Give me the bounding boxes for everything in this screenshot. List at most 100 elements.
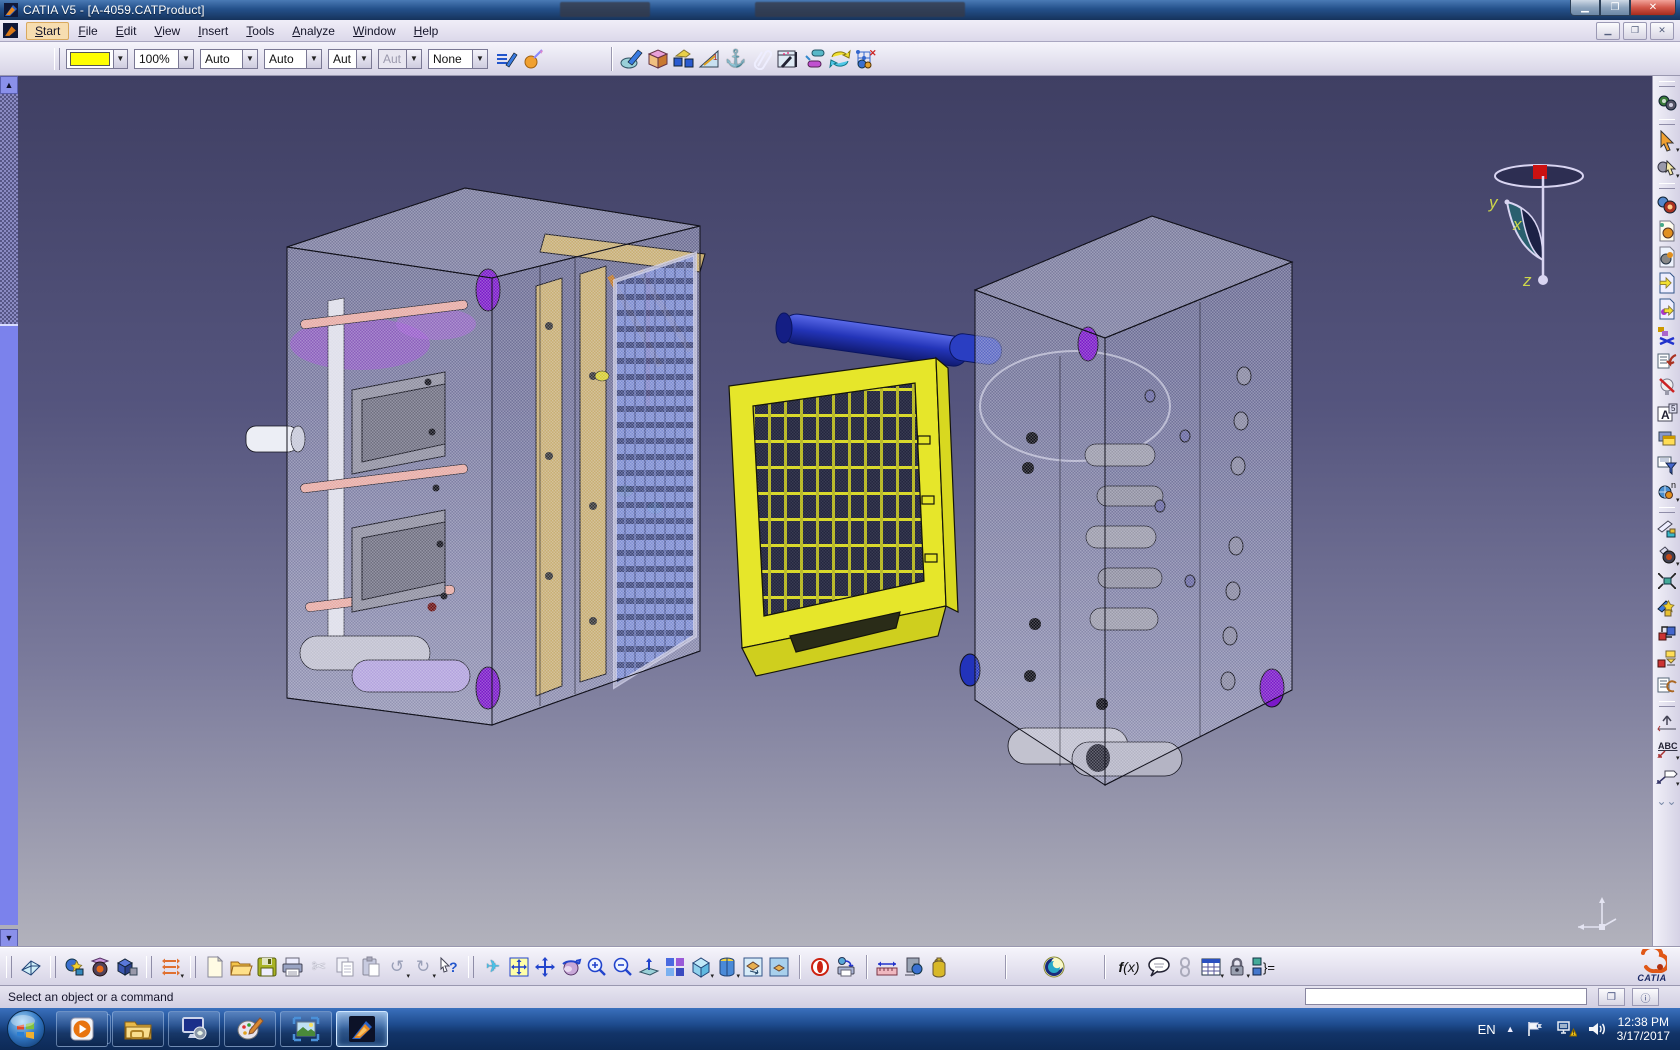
exploded-view-icon[interactable] <box>1654 568 1680 594</box>
volume-icon[interactable] <box>1587 1020 1607 1038</box>
globe-n-icon[interactable]: n▾ <box>1654 478 1680 504</box>
chevron-down-icon[interactable]: ▾ <box>1676 756 1680 761</box>
chevron-down-icon[interactable]: ▾ <box>1676 498 1680 503</box>
3d-viewport[interactable]: ▲ ▼ y x z <box>0 76 1652 947</box>
knowledge-arrows-icon[interactable]: ▾ <box>158 954 184 980</box>
interrupt-icon[interactable] <box>807 954 833 980</box>
context-help-icon[interactable]: ? <box>436 954 462 980</box>
part-box-icon[interactable] <box>645 46 671 72</box>
zoom-out-icon[interactable] <box>610 954 636 980</box>
toolbar-drag-handle[interactable] <box>54 48 60 70</box>
transparency-combo[interactable]: 100% ▼ <box>134 49 194 69</box>
catalog-book-icon[interactable] <box>18 954 44 980</box>
scrollbar-track[interactable] <box>0 94 18 324</box>
info-button[interactable]: ⓘ <box>1632 988 1659 1006</box>
layer-combo[interactable]: None ▼ <box>428 49 488 69</box>
paste-icon[interactable] <box>358 954 384 980</box>
scroll-up-button[interactable]: ▲ <box>0 76 18 94</box>
compass-axis-y[interactable]: y <box>1488 193 1499 212</box>
quad-view-icon[interactable] <box>662 954 688 980</box>
flag-note-icon[interactable]: ▾ <box>1654 762 1680 788</box>
normal-view-icon[interactable] <box>636 954 662 980</box>
viewport-scrollbar[interactable]: ▲ ▼ <box>0 76 18 947</box>
fly-mode-icon[interactable]: ✈ <box>480 954 506 980</box>
expand-input-button[interactable]: ❐ <box>1598 988 1625 1006</box>
chevron-down-icon[interactable]: ▼ <box>306 50 321 68</box>
point-symbol-combo[interactable]: Aut ▼ <box>328 49 372 69</box>
fill-color-combo[interactable]: ▼ <box>66 49 128 69</box>
measure-item-icon[interactable] <box>900 954 926 980</box>
molded-part-crate[interactable] <box>729 358 958 676</box>
mold-assembly-model[interactable] <box>0 76 1652 947</box>
camera-gear-icon[interactable]: ▾ <box>1654 542 1680 568</box>
component-cubes-icon[interactable] <box>1654 646 1680 672</box>
pen-box-icon[interactable] <box>1654 516 1680 542</box>
spellcheck-abc-icon[interactable]: ABC▾ <box>1654 736 1680 762</box>
taskbar-paint[interactable] <box>224 1011 276 1047</box>
toolbar-drag-handle[interactable] <box>6 956 12 978</box>
taskbar-windows-photo-viewer[interactable] <box>280 1011 332 1047</box>
action-center-flag-icon[interactable] <box>1525 1020 1545 1038</box>
doc-gear-yellow-icon[interactable] <box>1654 218 1680 244</box>
mold-cavity-half[interactable] <box>960 216 1292 785</box>
taskbar-windows-media-player[interactable] <box>56 1011 108 1047</box>
screwdriver-icon[interactable] <box>801 46 827 72</box>
sketch-window-icon[interactable] <box>775 46 801 72</box>
windows-stack-icon[interactable] <box>1654 426 1680 452</box>
menu-help[interactable]: Help <box>405 22 448 40</box>
line-type-combo[interactable]: Auto ▼ <box>264 49 322 69</box>
undo-icon[interactable]: ↺▾ <box>384 954 410 980</box>
zoom-in-icon[interactable] <box>584 954 610 980</box>
measure-protractor-icon[interactable]: 1 <box>697 46 723 72</box>
sync-gears-icon[interactable] <box>1654 192 1680 218</box>
doc-gear-blue-icon[interactable] <box>1654 244 1680 270</box>
mass-properties-icon[interactable] <box>926 954 952 980</box>
list-swirl-icon[interactable] <box>1654 672 1680 698</box>
mold-core-half[interactable] <box>246 188 705 725</box>
chevron-down-icon[interactable]: ▾ <box>1676 148 1680 153</box>
chevron-down-icon[interactable]: ▾ <box>180 974 184 979</box>
select-cursor-icon[interactable]: ▾ <box>1654 128 1680 154</box>
new-document-icon[interactable] <box>202 954 228 980</box>
chevron-down-icon[interactable]: ▼ <box>242 50 257 68</box>
assembly-cubes-icon[interactable] <box>671 46 697 72</box>
render-camera-icon[interactable] <box>88 954 114 980</box>
more-tools-icon[interactable]: ⌄⌄ <box>1654 788 1680 814</box>
mdi-close-button[interactable]: ✕ <box>1650 22 1674 40</box>
shading-mode-icon[interactable]: ▾ <box>714 954 740 980</box>
enovia-swirl-icon[interactable] <box>1041 954 1067 980</box>
select-options-icon[interactable]: ▾ <box>1654 154 1680 180</box>
toolbar-drag-handle[interactable] <box>468 956 474 978</box>
line-weight-combo[interactable]: Auto ▼ <box>200 49 258 69</box>
print-icon[interactable] <box>280 954 306 980</box>
doc-export-icon[interactable] <box>1654 270 1680 296</box>
toolbar-drag-handle[interactable] <box>1659 701 1675 707</box>
network-warning-icon[interactable]: ! <box>1555 1020 1577 1038</box>
toolbar-drag-handle[interactable] <box>1659 507 1675 513</box>
taskbar-remote-desktop[interactable] <box>168 1011 220 1047</box>
no-show-bulb-icon[interactable] <box>1654 374 1680 400</box>
taskbar-catia-v5[interactable] <box>336 1011 388 1047</box>
power-input-field[interactable] <box>1305 988 1587 1005</box>
toolbar-drag-handle[interactable] <box>146 956 152 978</box>
toolbar-drag-handle[interactable] <box>190 956 196 978</box>
chevron-down-icon[interactable]: ▾ <box>1676 174 1680 179</box>
scrollbar-thumb[interactable] <box>0 324 18 925</box>
open-folder-icon[interactable] <box>228 954 254 980</box>
restore-button[interactable]: ❐ <box>1600 0 1630 16</box>
pen-ellipse-icon[interactable] <box>619 46 645 72</box>
doc-import-icon[interactable] <box>1654 296 1680 322</box>
menu-file[interactable]: File <box>69 22 106 40</box>
chevron-down-icon[interactable]: ▾ <box>1676 782 1680 787</box>
pan-icon[interactable] <box>532 954 558 980</box>
equivalent-dimensions-icon[interactable]: }= <box>1250 954 1284 980</box>
hide-show-icon[interactable] <box>740 954 766 980</box>
menu-tools[interactable]: Tools <box>237 22 283 40</box>
rotate-icon[interactable] <box>558 954 584 980</box>
cut-icon[interactable]: ✂ <box>306 954 332 980</box>
chevron-down-icon[interactable]: ▼ <box>113 50 127 68</box>
menu-window[interactable]: Window <box>344 22 405 40</box>
show-hidden-icons[interactable]: ▲ <box>1506 1024 1515 1034</box>
menu-start[interactable]: Start <box>26 22 69 40</box>
update-gears-icon[interactable] <box>1654 90 1680 116</box>
